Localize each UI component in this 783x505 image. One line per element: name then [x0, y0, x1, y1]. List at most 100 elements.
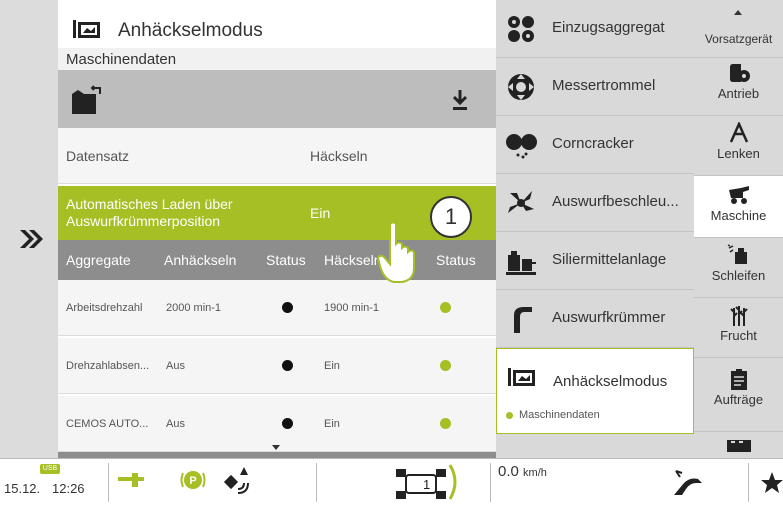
divider [316, 463, 317, 502]
menu-item-label: Auswurfkrümmer [552, 309, 666, 326]
tab-label: Frucht [720, 328, 757, 343]
menu-item-einzugsaggregat[interactable]: Einzugsaggregat [496, 0, 694, 58]
status-bar: USB 15.12. 12:26 P 1 0.0 km/h [0, 458, 783, 505]
divider [108, 463, 109, 502]
speed-value: 0.0 [498, 463, 519, 480]
accelerator-icon [508, 191, 534, 213]
steering-icon [729, 122, 748, 143]
grinding-icon [727, 244, 747, 264]
table-header: Aggregate Anhäckseln Status Häckseln Sta… [58, 240, 496, 280]
opening-cut-icon [73, 20, 100, 38]
menu-item-label: Anhäckselmodus [553, 373, 668, 390]
col-anhaeckseln: Anhäckseln [164, 252, 237, 268]
cell-haeckseln: Ein [324, 360, 340, 372]
menu-item-label: Auswurfbeschleu... [552, 193, 679, 210]
header-icon [118, 473, 144, 487]
menu-item-messertrommel[interactable]: Messertrommel [496, 58, 694, 116]
active-dot [506, 412, 513, 419]
page-header: Anhäckselmodus [58, 14, 496, 48]
menu-item-label: Siliermittelanlage [552, 251, 667, 268]
svg-text:P: P [189, 475, 196, 487]
speed-display: 0.0 km/h [498, 463, 547, 480]
table-row[interactable]: Drehzahlabsen... Aus Ein [58, 338, 496, 394]
cell-haeckseln: Ein [324, 418, 340, 430]
tab-label: Schleifen [711, 268, 766, 283]
dataset-value: Häckseln [310, 148, 368, 164]
gps-signal-icon [223, 467, 249, 494]
scroll-up-arrow-icon[interactable] [734, 10, 742, 15]
usb-badge: USB [40, 464, 60, 474]
tab-auftraege[interactable]: Aufträge [694, 358, 783, 432]
crop-icon [729, 306, 748, 326]
spout-icon [514, 307, 532, 333]
cell-aggregate: CEMOS AUTO... [66, 418, 149, 430]
status-dot-black [282, 302, 293, 313]
tab-label: Vorsatzgerät [704, 32, 773, 46]
page-title: Anhäckselmodus [118, 20, 263, 41]
menu-item-label: Corncracker [552, 135, 634, 152]
cell-aggregate: Drehzahlabsen... [66, 360, 150, 372]
load-dataset-icon[interactable] [70, 84, 104, 116]
page-subtitle-row: Maschinendaten [58, 48, 496, 70]
page-subtitle: Maschinendaten [66, 51, 177, 68]
col-haeckseln: Häckseln [324, 252, 382, 268]
col-status-1: Status [266, 252, 306, 268]
dataset-label: Datensatz [66, 148, 130, 164]
aggregate-menu: Einzugsaggregat Messertrommel Corncracke… [496, 0, 694, 458]
toolbar [58, 70, 496, 128]
tab-vorsatzgeraet[interactable]: Vorsatzgerät [694, 22, 783, 58]
table-row[interactable]: CEMOS AUTO... Aus Ein [58, 396, 496, 452]
status-dot-green [440, 302, 451, 313]
silage-agent-icon [506, 251, 536, 275]
more-tabs-icon[interactable] [727, 438, 751, 452]
tab-lenken[interactable]: Lenken [694, 116, 783, 176]
main-panel: Anhäckselmodus Maschinendaten Datensatz … [58, 0, 496, 458]
cell-anhaeckseln: Aus [166, 418, 185, 430]
left-strip [0, 0, 58, 458]
menu-item-siliermittelanlage[interactable]: Siliermittelanlage [496, 232, 694, 290]
spout-position-icon[interactable] [670, 469, 704, 497]
cell-haeckseln: 1900 min-1 [324, 302, 380, 314]
menu-item-auswurfkruemmer[interactable]: Auswurfkrümmer [496, 290, 694, 348]
clipboard-icon [730, 369, 747, 390]
tab-frucht[interactable]: Frucht [694, 298, 783, 358]
download-icon[interactable] [450, 88, 470, 112]
tab-schleifen[interactable]: Schleifen [694, 238, 783, 298]
double-chevron-right-icon[interactable] [18, 228, 44, 250]
dataset-row[interactable]: Datensatz Häckseln [58, 128, 496, 184]
intake-icon [508, 16, 534, 42]
auto-load-label: Automatisches Laden über Auswurfkrümmerp… [66, 196, 233, 229]
status-dot-green [440, 360, 451, 371]
table-row[interactable]: Arbeitsdrehzahl 2000 min-1 1900 min-1 [58, 280, 496, 336]
parking-brake-icon: P [180, 471, 206, 489]
speed-unit: km/h [523, 467, 547, 479]
status-time: 12:26 [52, 481, 85, 496]
corncracker-icon [506, 134, 537, 159]
scroll-down-arrow-icon [272, 445, 280, 450]
status-dot-green [440, 418, 451, 429]
right-nav: Vorsatzgerät Antrieb Lenken Maschine Sch… [694, 0, 783, 458]
menu-item-corncracker[interactable]: Corncracker [496, 116, 694, 174]
tab-maschine[interactable]: Maschine [694, 176, 783, 238]
cell-aggregate: Arbeitsdrehzahl [66, 302, 143, 314]
tab-label: Lenken [717, 146, 760, 161]
gear-value: 1 [423, 477, 431, 492]
status-dot-black [282, 360, 293, 371]
tab-label: Maschine [710, 208, 767, 223]
opening-cut-icon [508, 368, 535, 386]
tab-label: Antrieb [717, 86, 760, 101]
drive-icon [729, 64, 750, 82]
menu-item-auswurfbeschleuniger[interactable]: Auswurfbeschleu... [496, 174, 694, 232]
auto-load-value: Ein [310, 205, 331, 221]
menu-item-anhaeckselmodus[interactable]: Anhäckselmodus Maschinendaten [496, 348, 694, 434]
star-icon[interactable] [760, 471, 783, 495]
callout-number: 1 [430, 196, 472, 238]
menu-subitem-label[interactable]: Maschinendaten [519, 409, 600, 421]
tab-antrieb[interactable]: Antrieb [694, 58, 783, 116]
divider [490, 463, 491, 502]
pointing-hand-icon [376, 221, 415, 283]
status-date: 15.12. [4, 481, 41, 496]
divider [748, 463, 749, 502]
tab-label: Aufträge [713, 392, 764, 407]
harvester-icon [728, 186, 749, 204]
